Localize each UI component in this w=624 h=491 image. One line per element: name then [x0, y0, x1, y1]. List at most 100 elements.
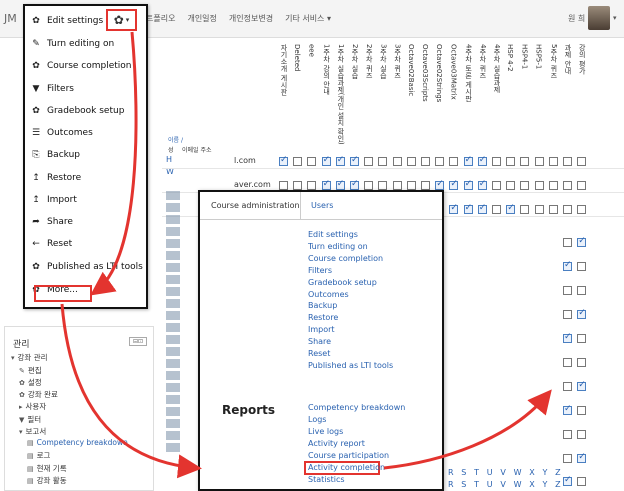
menu-item-turn-editing-on[interactable]: ✎ Turn editing on — [31, 39, 114, 49]
completion-checkbox[interactable] — [421, 181, 430, 190]
report-link-live-logs[interactable]: Live logs — [308, 427, 343, 436]
completion-checkbox[interactable] — [577, 236, 587, 247]
completion-checkbox[interactable] — [321, 179, 331, 190]
alphabet-filter-firstname[interactable]: R S T U V W X Y Z — [448, 480, 563, 489]
completion-checkbox[interactable] — [435, 157, 445, 166]
student-name-link[interactable] — [166, 371, 180, 380]
activity-column-header[interactable]: 강의 평가 — [577, 44, 587, 134]
tab-users[interactable]: Users — [311, 201, 333, 210]
completion-checkbox[interactable] — [548, 205, 558, 214]
completion-checkbox[interactable] — [321, 155, 331, 166]
completion-checkbox[interactable] — [577, 430, 587, 439]
completion-checkbox[interactable] — [350, 179, 359, 190]
admin-link-reset[interactable]: Reset — [308, 349, 330, 358]
column-header-email[interactable]: 이메일 주소 — [182, 145, 212, 154]
activity-column-header[interactable]: 4주차 퀴즈 — [478, 44, 488, 134]
student-name-link[interactable] — [166, 227, 180, 236]
completion-checkbox[interactable] — [406, 157, 416, 166]
student-name-link[interactable] — [166, 335, 180, 344]
admin-tree-item[interactable]: ▸ 사용자 — [19, 401, 46, 412]
activity-column-header[interactable]: 4주차 실습과제 — [492, 44, 502, 134]
student-name-link[interactable] — [166, 251, 180, 260]
completion-checkbox[interactable] — [293, 181, 303, 190]
activity-column-header[interactable]: HSP 4-2 — [506, 44, 514, 134]
activity-column-header[interactable]: 4주차 토론 게시판 — [464, 44, 474, 134]
student-name-link[interactable] — [166, 359, 180, 368]
completion-checkbox[interactable] — [307, 181, 317, 190]
avatar[interactable] — [588, 6, 610, 30]
admin-link-share[interactable]: Share — [308, 337, 331, 346]
student-name-link[interactable] — [166, 239, 180, 248]
admin-tree-item[interactable]: ▤ 강좌 활동 — [27, 475, 67, 486]
completion-checkbox[interactable] — [534, 157, 544, 166]
completion-checkbox[interactable] — [577, 308, 587, 319]
row-name-link[interactable]: H — [166, 155, 172, 164]
admin-tree-item[interactable]: ▤ 로그 — [27, 450, 50, 461]
menu-item-course-completion[interactable]: ✿ Course completion — [31, 61, 131, 71]
completion-checkbox[interactable] — [364, 181, 374, 190]
completion-checkbox[interactable] — [392, 157, 402, 166]
completion-checkbox[interactable] — [449, 179, 459, 190]
activity-column-header[interactable]: Octave03Scripts — [421, 44, 429, 134]
site-brand[interactable]: JM — [4, 12, 17, 25]
completion-checkbox[interactable] — [421, 157, 430, 166]
student-name-link[interactable] — [166, 383, 180, 392]
completion-checkbox[interactable] — [534, 181, 544, 190]
completion-checkbox[interactable] — [563, 475, 572, 486]
completion-checkbox[interactable] — [520, 181, 530, 190]
nav-item[interactable]: 개인일정 — [187, 13, 216, 24]
completion-checkbox[interactable] — [563, 358, 572, 367]
menu-item-share[interactable]: ➦ Share — [31, 217, 73, 227]
completion-checkbox[interactable] — [563, 454, 572, 463]
admin-tree-item[interactable]: ▾ 보고서 — [19, 426, 46, 437]
completion-checkbox[interactable] — [577, 358, 587, 367]
completion-checkbox[interactable] — [548, 181, 558, 190]
menu-item-published-as-lti-tools[interactable]: ✿ Published as LTI tools — [31, 262, 143, 272]
completion-checkbox[interactable] — [449, 203, 459, 214]
completion-checkbox[interactable] — [577, 262, 587, 271]
completion-checkbox[interactable] — [563, 382, 572, 391]
admin-tree-item[interactable]: ✎ 편집 — [19, 365, 42, 376]
activity-column-header[interactable]: Octave02Strings — [435, 44, 443, 134]
chevron-down-icon[interactable]: ▾ — [613, 14, 617, 22]
report-link-course-participation[interactable]: Course participation — [308, 451, 389, 460]
student-name-link[interactable] — [166, 395, 180, 404]
activity-column-header[interactable]: Octave02Basic — [407, 44, 415, 134]
completion-checkbox[interactable] — [378, 181, 388, 190]
user-name[interactable]: 원 희 — [568, 13, 585, 24]
menu-item-restore[interactable]: ↥ Restore — [31, 173, 81, 183]
completion-checkbox[interactable] — [406, 181, 416, 190]
admin-link-outcomes[interactable]: Outcomes — [308, 290, 349, 299]
completion-checkbox[interactable] — [492, 181, 501, 190]
admin-link-import[interactable]: Import — [308, 325, 335, 334]
completion-checkbox[interactable] — [577, 286, 587, 295]
completion-checkbox[interactable] — [520, 157, 530, 166]
tab-course-administration[interactable]: Course administration — [211, 201, 300, 210]
student-name-link[interactable] — [166, 323, 180, 332]
student-name-link[interactable] — [166, 287, 180, 296]
completion-checkbox[interactable] — [279, 155, 288, 166]
completion-checkbox[interactable] — [577, 181, 587, 190]
activity-column-header[interactable]: Octave03Matrix — [449, 44, 457, 134]
completion-checkbox[interactable] — [563, 286, 572, 295]
menu-item-backup[interactable]: ⎘ Backup — [31, 150, 80, 160]
activity-column-header[interactable]: eee — [307, 44, 315, 134]
column-header-surname[interactable]: 성 — [168, 145, 174, 154]
report-link-activity-completion[interactable]: Activity completion — [308, 463, 385, 472]
completion-checkbox[interactable] — [435, 179, 445, 190]
completion-checkbox[interactable] — [463, 179, 473, 190]
menu-item-edit-settings[interactable]: ✿ Edit settings — [31, 16, 103, 26]
completion-checkbox[interactable] — [477, 203, 487, 214]
admin-link-edit-settings[interactable]: Edit settings — [308, 230, 358, 239]
admin-link-restore[interactable]: Restore — [308, 313, 338, 322]
menu-item-outcomes[interactable]: ☰ Outcomes — [31, 128, 93, 138]
report-link-statistics[interactable]: Statistics — [308, 475, 345, 484]
completion-checkbox[interactable] — [449, 157, 459, 166]
student-name-link[interactable] — [166, 203, 180, 212]
sort-label[interactable]: 이름 / — [168, 135, 183, 144]
activity-column-header[interactable]: HSP5-1 — [535, 44, 543, 134]
completion-checkbox[interactable] — [378, 157, 388, 166]
activity-column-header[interactable]: 3주차 퀴즈 — [393, 44, 403, 134]
admin-tree-item[interactable]: ▤ Competency breakdown — [27, 438, 128, 447]
completion-checkbox[interactable] — [563, 332, 572, 343]
